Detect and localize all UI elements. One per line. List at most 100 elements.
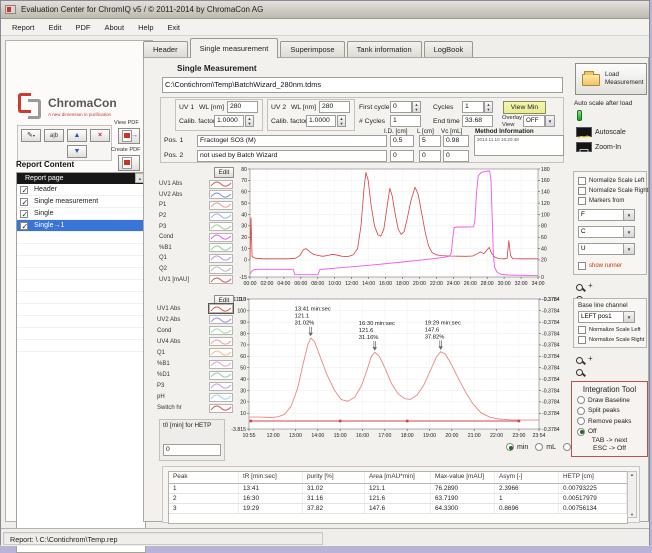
table-row[interactable]: 319:2937.82147.664.33000.86960.00756134 [169, 504, 627, 514]
checkbox-icon[interactable] [578, 177, 586, 185]
pos1-l-field[interactable]: 5 [419, 135, 441, 147]
legend-item-uv2-abs[interactable]: UV2 Abs [159, 190, 233, 201]
move-down-button[interactable]: ▼ [67, 145, 87, 158]
list-item-single-measurement[interactable]: Single measurement [17, 196, 145, 208]
column-header-asym[interactable]: Asym [-] [495, 472, 559, 483]
chevron-down-icon[interactable]: ▼ [624, 311, 635, 323]
autoscale-after-load-toggle[interactable] [577, 110, 582, 121]
checkbox-icon[interactable] [578, 326, 586, 334]
zoom-plus-icon[interactable] [576, 284, 583, 291]
uv2-wl-field[interactable]: 280 [319, 101, 350, 113]
column-header-tr-min-sec[interactable]: tR [min:sec] [239, 472, 303, 483]
checkbox-icon[interactable] [578, 336, 586, 344]
uv2-calib-spinner[interactable]: ▲▼ [337, 115, 346, 127]
uv1-calib-spinner[interactable]: ▲▼ [245, 115, 254, 127]
legend-item-d1[interactable]: %D1 [157, 370, 233, 381]
checkbox-icon[interactable] [20, 198, 28, 206]
baseline-normalize-right-checkbox[interactable]: Normalize Scale Right [578, 336, 644, 344]
pos2-id-field[interactable]: 0 [390, 150, 414, 162]
view-pdf-button[interactable]: → [118, 128, 140, 144]
autoscale-label[interactable]: Autoscale [595, 129, 626, 136]
report-list-header[interactable]: Report page ▲ [17, 173, 145, 184]
overlay-dropdown-icon[interactable]: ▼ [545, 115, 555, 127]
zoom-icon[interactable] [576, 369, 583, 376]
chromatogram-peaks-chart[interactable]: 110.3-0.3784110-0.3784100-0.378490-0.378… [223, 294, 563, 441]
menu-item-edit[interactable]: Edit [42, 21, 69, 34]
checkbox-icon[interactable] [20, 210, 28, 218]
legend-swatch[interactable] [209, 201, 233, 210]
list-item-single-1[interactable]: Single→1 [17, 220, 145, 232]
view-min-button[interactable]: View Min [503, 101, 546, 114]
delete-page-button[interactable]: × [90, 129, 110, 142]
move-up-button[interactable]: ▲ [67, 129, 87, 142]
legend-item-uv4-abs[interactable]: UV4 Abs [157, 336, 233, 347]
tab-tank-information[interactable]: Tank information [347, 41, 422, 58]
menu-item-about[interactable]: About [97, 21, 131, 34]
menu-item-help[interactable]: Help [131, 21, 160, 34]
scroll-down-icon[interactable]: ▼ [628, 512, 636, 517]
legend-item-uv2-abs[interactable]: UV2 Abs [157, 314, 233, 325]
legend-item-q1[interactable]: Q1 [157, 347, 233, 358]
cycles-field[interactable]: 1 [462, 101, 484, 113]
radio-icon[interactable] [563, 443, 571, 451]
baseline-normalize-left-checkbox[interactable]: Normalize Scale Left [578, 326, 641, 334]
edit-chart-top-button[interactable]: Edit [214, 167, 234, 178]
legend-item-b1[interactable]: %B1 [159, 243, 233, 254]
create-pdf-button[interactable] [118, 155, 140, 171]
marker-dropdown-u[interactable]: U▼ [578, 243, 635, 255]
legend-item-cond[interactable]: Cond [157, 325, 233, 336]
chromatogram-overview-chart[interactable]: 8018070160601405012040100308020601040020… [234, 166, 556, 291]
radio-icon[interactable] [577, 396, 585, 404]
legend-item-q2[interactable]: Q2 [159, 264, 233, 275]
first-cycle-spinner[interactable]: ▲▼ [412, 101, 421, 113]
unit-radio-ml[interactable]: mL [535, 443, 556, 451]
table-scrollbar[interactable]: ▲▼ [627, 471, 637, 518]
pos1-name-field[interactable]: Fractogel SO3 (M) [197, 135, 387, 147]
legend-swatch[interactable] [209, 254, 233, 263]
pos2-name-field[interactable]: not used by Batch Wizard [197, 150, 387, 162]
uv2-calib-field[interactable]: 1.0000 [306, 115, 336, 127]
legend-swatch[interactable] [209, 212, 233, 221]
tab-logbook[interactable]: LogBook [424, 41, 474, 58]
legend-item-p1[interactable]: P1 [159, 200, 233, 211]
checkbox-icon[interactable] [578, 187, 586, 195]
uv1-wl-field[interactable]: 280 [227, 101, 258, 113]
scroll-up-icon[interactable]: ▲ [628, 472, 636, 477]
file-path-field[interactable]: C:\Contichrom\Temp\BatchWizard_280nm.tdm… [162, 77, 563, 93]
marker-dropdown-f[interactable]: F▼ [578, 209, 635, 221]
legend-item-uv1-mau[interactable]: UV1 [mAU] [159, 274, 233, 285]
chevron-down-icon[interactable]: ▼ [624, 226, 635, 238]
normalize-right-checkbox[interactable]: Normalize Scale Right [578, 187, 648, 195]
column-header-peak[interactable]: Peak [169, 472, 239, 483]
column-header-purity[interactable]: purity [%] [303, 472, 365, 483]
pos1-id-field[interactable]: 0.5 [390, 135, 414, 147]
list-item-single[interactable]: Single [17, 208, 145, 220]
zoom-in-label[interactable]: Zoom-In [595, 144, 621, 151]
legend-swatch[interactable] [209, 222, 233, 231]
cycles-spinner[interactable]: ▲▼ [484, 101, 493, 113]
legend-swatch[interactable] [209, 190, 233, 199]
text-format-button[interactable]: a|b [44, 129, 64, 142]
table-row[interactable]: 216:3031.16121.663.719010.00517979 [169, 494, 627, 504]
radio-icon[interactable] [577, 428, 585, 436]
legend-item-uv1-abs[interactable]: UV1 Abs [157, 303, 233, 314]
t0-hetp-field[interactable]: 0 [163, 444, 221, 456]
legend-swatch[interactable] [209, 233, 233, 242]
load-measurement-button[interactable]: Load Measurement [575, 63, 647, 95]
num-cycles-field[interactable]: 1 [390, 115, 421, 127]
radio-icon[interactable] [506, 443, 514, 451]
overlay-view-value[interactable]: OFF [523, 115, 545, 127]
table-row[interactable]: 113:4131.02121.176.28902.39660.00793225 [169, 484, 627, 494]
zoom-plus-icon[interactable] [576, 357, 583, 364]
plus-icon[interactable]: + [588, 281, 593, 290]
chevron-down-icon[interactable]: ▼ [624, 243, 635, 255]
radio-icon[interactable] [535, 443, 543, 451]
autoscale-icon[interactable] [576, 127, 592, 137]
legend-item-p3[interactable]: P3 [157, 381, 233, 392]
checkbox-icon[interactable] [578, 197, 586, 205]
checkbox-icon[interactable] [20, 186, 28, 194]
edit-pen-button[interactable]: ✎▾ [21, 129, 41, 142]
column-header-hetp-cm[interactable]: HETP [cm] [559, 472, 627, 483]
show-runner-checkbox[interactable]: show runner [578, 262, 622, 270]
first-cycle-field[interactable]: 0 [390, 101, 412, 113]
